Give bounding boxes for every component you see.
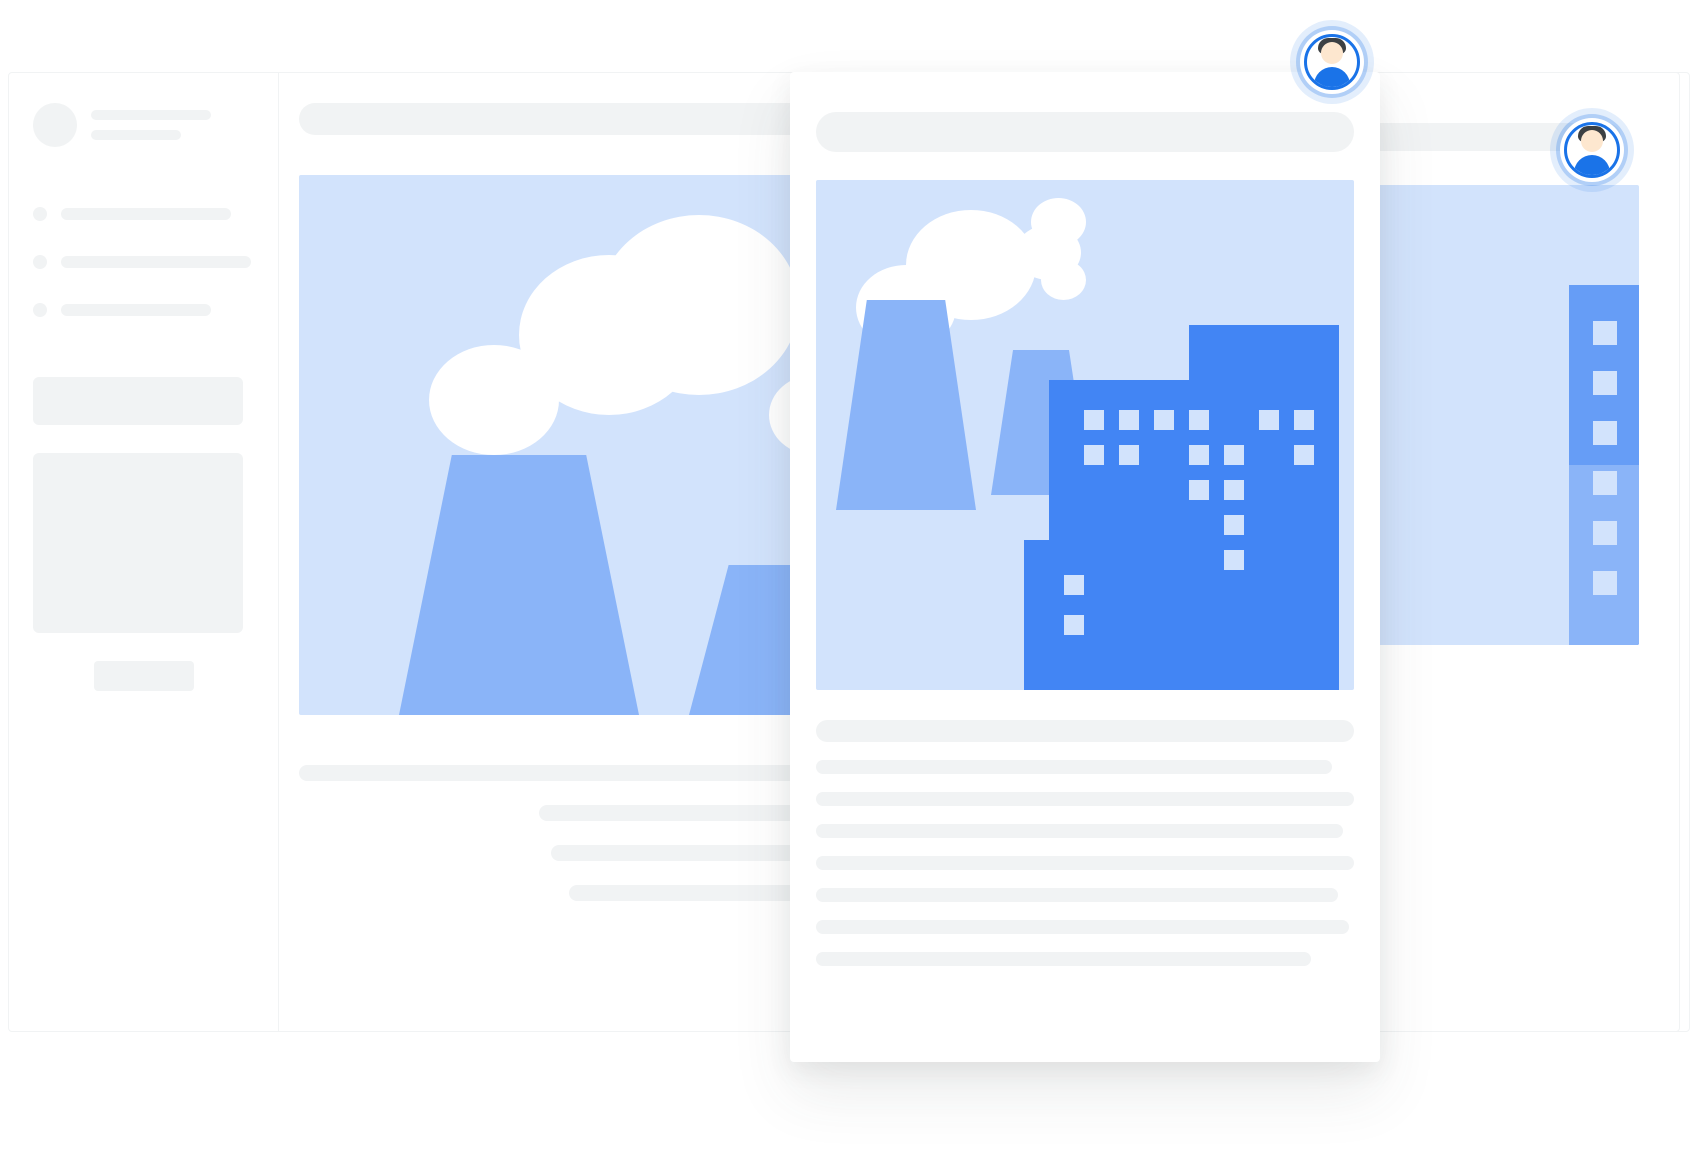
sidebar-profile xyxy=(33,103,254,147)
paragraph-placeholder xyxy=(816,720,1354,966)
placeholder-line xyxy=(91,130,181,140)
placeholder-block xyxy=(33,377,243,425)
sidebar-nav xyxy=(33,207,254,317)
user-avatar-badge xyxy=(1560,118,1624,182)
hero-illustration-mobile xyxy=(816,180,1354,690)
placeholder-button xyxy=(94,661,194,691)
title-placeholder xyxy=(816,112,1354,152)
placeholder-line xyxy=(91,110,211,120)
cooling-tower-icon xyxy=(399,455,639,715)
avatar-placeholder xyxy=(33,103,77,147)
placeholder-line xyxy=(61,256,251,268)
user-avatar-badge xyxy=(1300,30,1364,94)
sidebar-wireframe xyxy=(9,73,279,1031)
placeholder-line xyxy=(61,208,231,220)
cooling-tower-icon xyxy=(836,300,976,510)
placeholder-line xyxy=(61,304,211,316)
mobile-card-floating xyxy=(790,72,1380,1062)
placeholder-block xyxy=(33,453,243,633)
